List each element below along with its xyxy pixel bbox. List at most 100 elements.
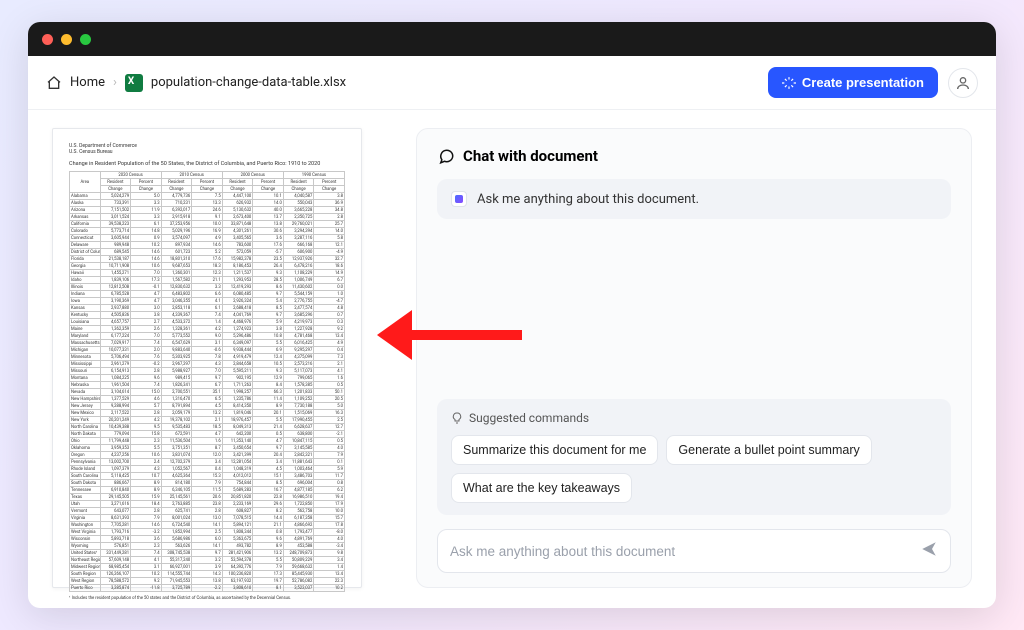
table-row: California39,538,2236.137,253,95610.033,… [70,221,345,228]
table-row: Mississippi2,961,279-0.22,967,2974.32,84… [70,361,345,368]
suggestion-chips: Summarize this document for me Generate a… [451,435,937,503]
document-preview-column: U.S. Department of Commerce U.S. Census … [52,128,392,588]
suggestion-chip-2[interactable]: What are the key takeaways [451,473,632,503]
chevron-right-icon: › [113,75,117,90]
census-table: Area2020 Census2010 Census2000 Census199… [69,171,345,592]
breadcrumb-filename[interactable]: population-change-data-table.xlsx [151,75,346,90]
table-row: Montana1,084,2259.6989,4159.7902,19512.9… [70,375,345,382]
table-row: South Carolina5,118,42510.74,625,36415.3… [70,473,345,480]
chat-input[interactable] [450,544,910,559]
table-row: Wisconsin5,893,7183.65,686,9866.05,363,6… [70,536,345,543]
doc-dept-line2: U.S. Census Bureau [69,149,345,155]
table-row: Vermont643,0772.8625,7412.8608,8278.2562… [70,508,345,515]
table-row: Idaho1,839,10617.31,567,58221.11,293,953… [70,277,345,284]
table-row: New Hampshire1,377,5294.61,316,4706.51,2… [70,396,345,403]
table-row: North Carolina10,439,3889.59,535,48318.5… [70,424,345,431]
table-row: Rhode Island1,097,3794.31,052,5670.41,04… [70,466,345,473]
chat-header-label: Chat with document [463,147,598,165]
traffic-lights [42,34,91,45]
chat-input-row [437,529,951,573]
table-row: Oklahoma3,959,3535.53,751,3518.73,450,65… [70,445,345,452]
table-row: Ohio11,799,4482.311,536,5041.611,353,140… [70,438,345,445]
close-window-button[interactable] [42,34,53,45]
table-row: Tennessee6,910,8408.96,346,10511.55,689,… [70,487,345,494]
table-row: Hawaii1,455,2717.01,360,30112.31,211,537… [70,270,345,277]
table-row: South Region126,266,10710.2114,555,74414… [70,571,345,578]
minimize-window-button[interactable] [61,34,72,45]
table-row: New Mexico2,117,5222.82,059,17913.21,819… [70,410,345,417]
table-row: Colorado5,773,71414.85,029,19616.94,301,… [70,228,345,235]
create-presentation-button[interactable]: Create presentation [768,67,938,98]
doc-title: Change in Resident Population of the 50 … [69,161,345,167]
table-row: Northeast Region57,609,1484.155,317,2403… [70,557,345,564]
table-row: South Dakota886,6678.9814,1807.9754,8448… [70,480,345,487]
table-row: Puerto Rico3,285,874-11.83,725,789-2.23,… [70,585,345,592]
chat-column: Chat with document Ask me anything about… [416,128,972,588]
suggested-commands-label: Suggested commands [469,411,589,425]
suggestion-chip-1[interactable]: Generate a bullet point summary [666,435,871,465]
table-row: Arkansas3,011,5243.32,915,9189.12,673,40… [70,214,345,221]
bot-greeting-row: Ask me anything about this document. [437,179,951,219]
table-row: Connecticut3,605,9440.93,574,0974.93,405… [70,235,345,242]
table-row: Louisiana4,657,7572.74,533,3721.44,468,9… [70,319,345,326]
suggestion-chip-0[interactable]: Summarize this document for me [451,435,658,465]
table-row: Utah3,271,61618.42,763,88523.82,233,1692… [70,501,345,508]
create-presentation-label: Create presentation [802,75,924,90]
suggested-commands-block: Suggested commands Summarize this docume… [437,399,951,515]
table-row: Virginia8,631,3937.98,001,02413.07,078,5… [70,515,345,522]
suggested-commands-header: Suggested commands [451,411,937,425]
table-row: Nevada3,104,61415.02,700,55135.11,998,25… [70,389,345,396]
window-titlebar [28,22,996,56]
table-row: Illinois12,812,508-0.112,830,6323.312,41… [70,284,345,291]
document-page[interactable]: U.S. Department of Commerce U.S. Census … [52,128,362,588]
user-icon [955,75,971,91]
table-row: Pennsylvania13,002,7002.412,702,3793.412… [70,459,345,466]
lightbulb-icon [451,412,463,424]
home-icon [46,75,62,91]
table-row: North Dakota779,09415.8672,5914.7642,200… [70,431,345,438]
table-row: Florida21,538,18714.618,801,31017.615,98… [70,256,345,263]
table-row: Midwest Region68,985,4543.166,927,0013.9… [70,564,345,571]
sparkle-icon [782,76,796,90]
doc-page-number: Page 1 of 3 [69,601,345,608]
table-row: Wyoming576,8512.3563,62614.1493,7828.945… [70,543,345,550]
bot-avatar-icon [451,191,467,207]
table-row: New York20,201,2494.219,378,1022.118,976… [70,417,345,424]
table-row: Minnesota5,706,4947.65,303,9257.84,919,4… [70,354,345,361]
table-row: Alabama5,024,2795.04,779,7367.54,447,100… [70,193,345,200]
table-row: West Region78,588,5729.271,945,55313.863… [70,578,345,585]
maximize-window-button[interactable] [80,34,91,45]
chat-header: Chat with document [437,147,951,165]
top-bar: Home › population-change-data-table.xlsx… [28,56,996,110]
table-row: District of Columbia689,54514.6601,7235.… [70,249,345,256]
census-table-head: Area2020 Census2010 Census2000 Census199… [70,172,345,193]
excel-file-icon [125,74,143,92]
table-row: Missouri6,154,9132.85,988,9277.05,595,21… [70,368,345,375]
breadcrumb: Home › population-change-data-table.xlsx [46,74,346,92]
table-row: Georgia10,711,90810.69,687,65318.38,186,… [70,263,345,270]
census-table-body: Alabama5,024,2795.04,779,7367.54,447,100… [70,193,345,592]
table-row: Iowa3,190,3694.73,046,3554.12,926,3245.4… [70,298,345,305]
chat-panel: Chat with document Ask me anything about… [416,128,972,588]
table-row: United States¹331,449,2817.4308,745,5389… [70,550,345,557]
send-button[interactable] [920,540,938,562]
main-content: U.S. Department of Commerce U.S. Census … [28,110,996,608]
user-avatar[interactable] [948,68,978,98]
table-row: Michigan10,077,3312.09,883,640-0.69,938,… [70,347,345,354]
table-row: Delaware989,94810.2897,93414.6783,60017.… [70,242,345,249]
chat-bubble-icon [437,147,455,165]
table-row: Nebraska1,961,5047.41,826,3416.71,711,26… [70,382,345,389]
app-window: Home › population-change-data-table.xlsx… [28,22,996,608]
table-row: Oregon4,237,25610.63,831,07412.03,421,39… [70,452,345,459]
table-row: Maine1,362,3592.61,328,3614.21,274,9233.… [70,326,345,333]
table-row: New Jersey9,288,9945.78,791,8944.58,414,… [70,403,345,410]
bot-greeting-text: Ask me anything about this document. [477,192,699,207]
table-row: Texas29,145,50515.925,145,56120.620,851,… [70,494,345,501]
table-row: Indiana6,785,5284.76,483,8026.66,080,485… [70,291,345,298]
table-row: Massachusetts7,029,9177.46,547,6293.16,3… [70,340,345,347]
table-row: West Virginia1,793,716-3.21,852,9942.51,… [70,529,345,536]
table-row: Kentucky4,505,8363.84,339,3677.44,041,76… [70,312,345,319]
table-row: Kansas2,937,8803.02,853,1186.12,688,4188… [70,305,345,312]
breadcrumb-home[interactable]: Home [70,75,105,90]
table-row: Maryland6,177,2247.05,773,5529.05,296,48… [70,333,345,340]
